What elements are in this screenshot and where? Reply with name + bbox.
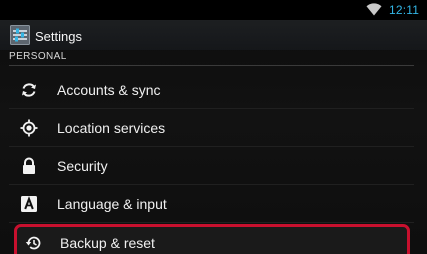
page-title: Settings [35, 29, 82, 44]
sync-icon [22, 83, 36, 97]
android-settings-screen: 12:11 Settings PERSONAL Accounts & sync [0, 0, 427, 254]
settings-item-label: Accounts & sync [57, 82, 161, 98]
settings-app-icon[interactable] [10, 25, 30, 45]
status-bar: 12:11 [0, 0, 427, 20]
location-icon [20, 119, 38, 137]
status-time: 12:11 [389, 3, 420, 17]
keyboard-a-icon [21, 196, 37, 212]
settings-item-backup-reset[interactable]: Backup & reset [14, 224, 410, 254]
settings-item-security[interactable]: Security [9, 147, 414, 185]
section-header-personal: PERSONAL [9, 51, 414, 66]
settings-item-label: Language & input [57, 196, 167, 212]
action-bar: Settings [0, 20, 427, 50]
settings-item-location-services[interactable]: Location services [9, 109, 414, 147]
settings-item-label: Location services [57, 120, 166, 136]
settings-item-label: Backup & reset [60, 235, 155, 251]
backup-restore-icon [25, 236, 41, 250]
lock-icon [23, 157, 35, 174]
settings-item-accounts-sync[interactable]: Accounts & sync [9, 71, 414, 109]
settings-item-language-input[interactable]: Language & input [9, 185, 414, 223]
wifi-icon [366, 3, 382, 16]
settings-item-label: Security [57, 158, 108, 174]
